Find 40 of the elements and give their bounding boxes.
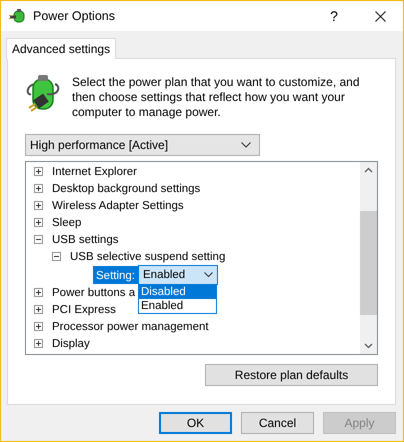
setting-dropdown[interactable]: Enabled	[138, 264, 218, 284]
close-icon	[374, 10, 386, 22]
expand-icon[interactable]	[34, 201, 43, 210]
dropdown-value: Enabled	[143, 268, 186, 280]
dropdown-option[interactable]: Enabled	[139, 299, 216, 313]
tree-item[interactable]: Display	[52, 338, 90, 350]
expand-icon[interactable]	[34, 218, 43, 227]
tab[interactable]: Advanced settings	[6, 38, 116, 59]
collapse-icon[interactable]	[52, 252, 61, 261]
chevron-down-icon	[241, 142, 251, 148]
dialog-button[interactable]: Cancel	[241, 412, 314, 434]
battery-plug-icon	[9, 8, 26, 24]
tree-item[interactable]: USB selective suspend setting	[70, 250, 226, 262]
collapse-icon[interactable]	[34, 235, 43, 244]
expand-icon[interactable]	[34, 184, 43, 193]
expand-icon[interactable]	[34, 322, 43, 331]
dropdown-option[interactable]: Disabled	[139, 285, 216, 299]
scrollbar[interactable]	[360, 162, 377, 354]
tree-item[interactable]: PCI Express	[52, 304, 116, 316]
restore-defaults-button[interactable]: Restore plan defaults	[205, 364, 378, 386]
expand-icon[interactable]	[34, 339, 43, 348]
tree-item[interactable]: Power buttons a	[52, 286, 136, 298]
tree-item[interactable]: Processor power management	[52, 320, 209, 332]
tree-item[interactable]: Desktop background settings	[52, 182, 200, 194]
dialog-button[interactable]: OK	[159, 412, 232, 434]
help-button[interactable]: ?	[311, 8, 357, 24]
scroll-thumb[interactable]	[360, 211, 377, 315]
expand-icon[interactable]	[34, 288, 43, 297]
expand-icon[interactable]	[34, 305, 43, 314]
tree-item[interactable]: USB settings	[52, 234, 118, 246]
tree-item[interactable]: Internet Explorer	[52, 166, 138, 178]
dropdown-value: High performance [Active]	[30, 138, 168, 152]
expand-icon[interactable]	[34, 167, 43, 176]
setting-label: Setting:	[93, 266, 138, 284]
intro-text: Select the power plan that you want to customize, and then choose settings that reflect how you want your computer to manage power.	[72, 74, 361, 120]
tree-item[interactable]: Sleep	[52, 216, 82, 228]
window-title: Power Options	[33, 9, 116, 23]
chevron-down-icon	[204, 272, 213, 278]
tree-item[interactable]: Wireless Adapter Settings	[52, 200, 184, 212]
plan-dropdown[interactable]: High performance [Active]	[25, 134, 260, 156]
